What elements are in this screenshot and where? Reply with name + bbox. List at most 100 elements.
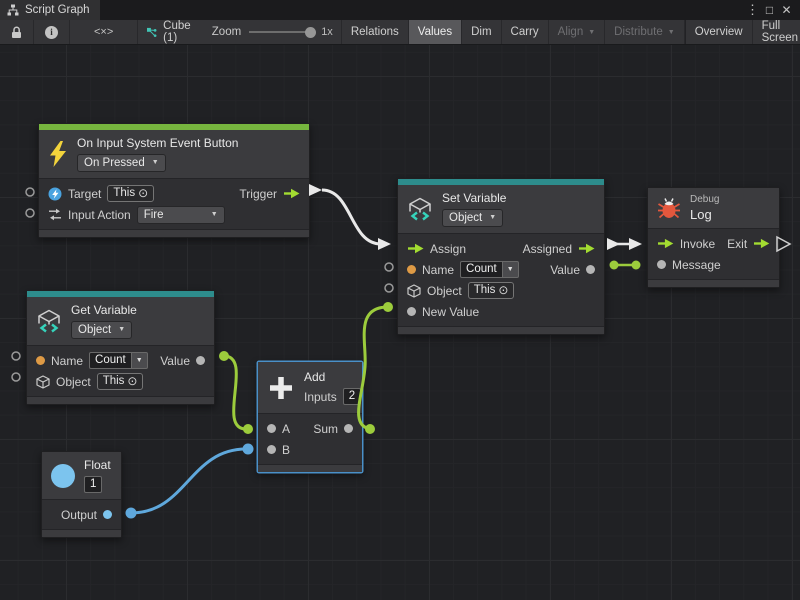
values-button[interactable]: Values bbox=[409, 20, 462, 44]
wire-port-dot[interactable] bbox=[383, 302, 393, 312]
lock-button[interactable] bbox=[0, 20, 34, 44]
input-action-dropdown[interactable]: Fire ▼ bbox=[137, 206, 225, 224]
open-port-set-object[interactable] bbox=[385, 284, 393, 292]
distribute-button[interactable]: Distribute ▼ bbox=[605, 20, 685, 44]
node-set-variable[interactable]: Set Variable Object ▼ Assign Assigned bbox=[397, 178, 605, 335]
variable-kind-dropdown[interactable]: Object ▼ bbox=[71, 321, 132, 339]
open-port-get-name[interactable] bbox=[12, 352, 20, 360]
new-value-port[interactable] bbox=[407, 307, 416, 316]
chevron-down-icon[interactable]: ▼ bbox=[132, 352, 148, 369]
port-row-output: Output bbox=[42, 504, 121, 525]
float-icon bbox=[51, 464, 75, 488]
sum-port[interactable] bbox=[344, 424, 353, 433]
lock-icon bbox=[11, 26, 22, 39]
tab-script-graph[interactable]: Script Graph bbox=[0, 0, 100, 20]
object-value-chip[interactable]: This ⊙ bbox=[468, 282, 515, 299]
open-port-get-object[interactable] bbox=[12, 373, 20, 381]
port-row-object: Object This ⊙ bbox=[398, 280, 604, 301]
overview-button[interactable]: Overview bbox=[685, 20, 753, 44]
output-port[interactable] bbox=[103, 510, 112, 519]
graph-canvas[interactable]: On Input System Event Button On Pressed … bbox=[0, 45, 800, 600]
wire-end-arrow bbox=[378, 238, 391, 250]
wire-port-dot[interactable] bbox=[610, 261, 619, 270]
node-get-variable[interactable]: Get Variable Object ▼ Name Count ▼ Value bbox=[26, 290, 215, 405]
flow-port-invoke[interactable] bbox=[657, 238, 674, 249]
flow-port-trigger[interactable] bbox=[283, 188, 300, 199]
exit-label: Exit bbox=[727, 237, 747, 251]
chevron-down-icon[interactable]: ▼ bbox=[503, 261, 519, 278]
zoom-label: Zoom bbox=[212, 26, 241, 38]
info-button[interactable]: i bbox=[34, 20, 70, 44]
value-port[interactable] bbox=[196, 356, 205, 365]
node-on-input-system-event-button[interactable]: On Input System Event Button On Pressed … bbox=[38, 123, 310, 238]
wire-port-dot[interactable] bbox=[126, 508, 137, 519]
close-icon[interactable]: ✕ bbox=[778, 1, 795, 19]
event-type-dropdown[interactable]: On Pressed ▼ bbox=[77, 154, 166, 172]
wire-port-dot[interactable] bbox=[365, 424, 375, 434]
port-row-new-value: New Value bbox=[398, 301, 604, 322]
float-value-field[interactable]: 1 bbox=[84, 476, 102, 493]
wire-port-dot[interactable] bbox=[219, 351, 229, 361]
node-title: On Input System Event Button bbox=[77, 136, 238, 150]
node-debug-log[interactable]: Debug Log Invoke Exit Message bbox=[647, 187, 780, 288]
wire-port-dot[interactable] bbox=[243, 444, 254, 455]
name-port[interactable] bbox=[407, 265, 416, 274]
maximize-icon[interactable]: □ bbox=[761, 1, 778, 19]
open-port-input-action[interactable] bbox=[26, 209, 34, 217]
plus-icon bbox=[267, 374, 295, 402]
node-float-literal[interactable]: Float 1 Output bbox=[41, 451, 122, 538]
fullscreen-button[interactable]: Full Screen bbox=[753, 20, 800, 44]
node-header: Debug Log bbox=[648, 188, 779, 229]
message-label: Message bbox=[672, 258, 721, 272]
port-row-target: Target This ⊙ Trigger bbox=[39, 183, 309, 204]
relations-button[interactable]: Relations bbox=[342, 20, 409, 44]
variable-cube-icon bbox=[36, 309, 62, 333]
graph-breadcrumb[interactable]: Cube (1) bbox=[138, 20, 204, 44]
name-combo[interactable]: Count ▼ bbox=[89, 352, 148, 369]
wire-port-dot[interactable] bbox=[243, 424, 253, 434]
code-view-button[interactable]: <×> bbox=[70, 20, 138, 44]
carry-button[interactable]: Carry bbox=[502, 20, 549, 44]
variable-kind-dropdown[interactable]: Object ▼ bbox=[442, 209, 503, 227]
node-category: Debug bbox=[690, 194, 719, 205]
name-port[interactable] bbox=[36, 356, 45, 365]
value-port[interactable] bbox=[586, 265, 595, 274]
target-value-chip[interactable]: This ⊙ bbox=[107, 185, 154, 202]
a-port[interactable] bbox=[267, 424, 276, 433]
target-label: Target bbox=[68, 187, 101, 201]
distribute-label: Distribute bbox=[614, 26, 663, 38]
flow-port-assigned[interactable] bbox=[578, 243, 595, 254]
port-row-name: Name Count ▼ Value bbox=[27, 350, 214, 371]
inputs-label: Inputs bbox=[304, 390, 337, 404]
dim-button[interactable]: Dim bbox=[462, 20, 501, 44]
inputs-count-field[interactable]: 2 bbox=[343, 388, 361, 405]
name-combo[interactable]: Count ▼ bbox=[460, 261, 519, 278]
trigger-label: Trigger bbox=[239, 187, 277, 201]
bug-icon bbox=[657, 197, 681, 220]
port-row-name: Name Count ▼ Value bbox=[398, 259, 604, 280]
zoom-slider[interactable] bbox=[249, 31, 313, 33]
chevron-down-icon: ▼ bbox=[668, 29, 675, 36]
node-add[interactable]: Add Inputs 2 A Sum B bbox=[257, 361, 363, 473]
wire-port-dot[interactable] bbox=[632, 261, 641, 270]
node-footer bbox=[648, 279, 779, 287]
a-label: A bbox=[282, 422, 290, 436]
align-button[interactable]: Align ▼ bbox=[549, 20, 606, 44]
info-icon: i bbox=[45, 26, 58, 39]
wire-end-arrow bbox=[629, 238, 642, 250]
open-port-target[interactable] bbox=[26, 188, 34, 196]
node-header: Set Variable Object ▼ bbox=[398, 185, 604, 234]
flow-port-exit[interactable] bbox=[753, 238, 770, 249]
message-port[interactable] bbox=[657, 260, 666, 269]
flow-port-assign[interactable] bbox=[407, 243, 424, 254]
wire-float-to-b bbox=[131, 449, 246, 513]
zoom-slider-handle[interactable] bbox=[305, 27, 316, 38]
port-row-assign: Assign Assigned bbox=[398, 238, 604, 259]
open-port-set-name[interactable] bbox=[385, 263, 393, 271]
node-footer bbox=[39, 229, 309, 237]
new-value-label: New Value bbox=[422, 305, 479, 319]
name-value: Count bbox=[89, 352, 132, 369]
menu-kebab-icon[interactable]: ⋮ bbox=[744, 1, 761, 19]
b-port[interactable] bbox=[267, 445, 276, 454]
object-value-chip[interactable]: This ⊙ bbox=[97, 373, 144, 390]
